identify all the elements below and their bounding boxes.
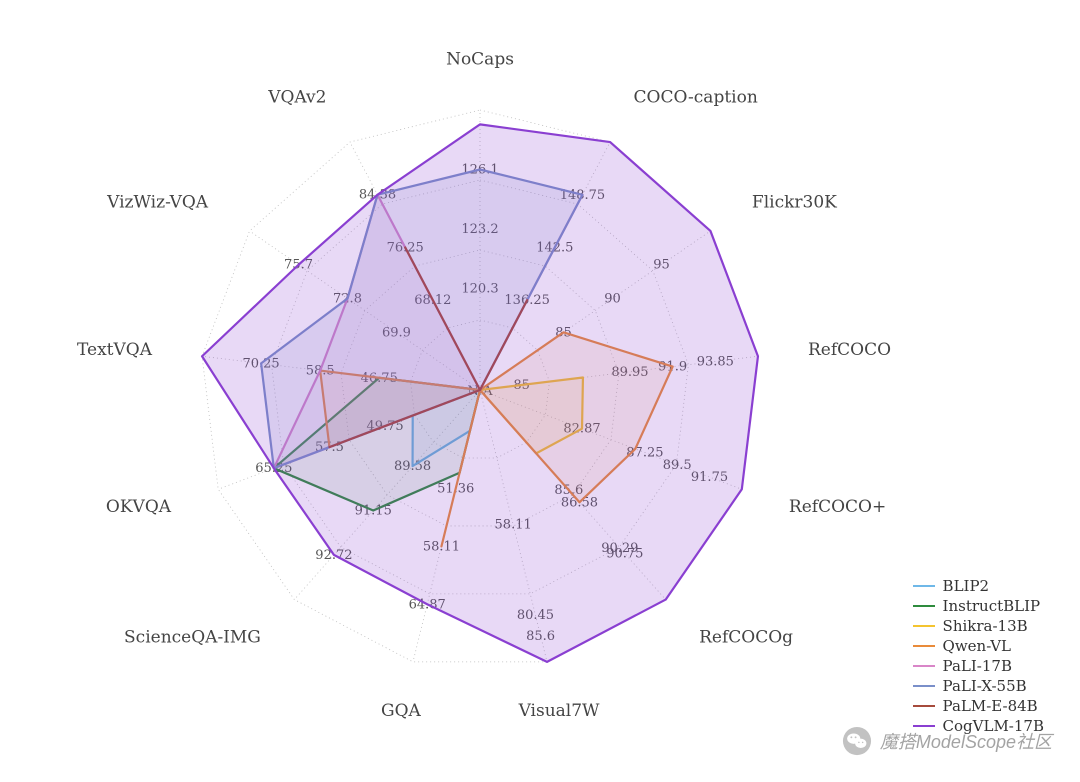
legend-label: PaLM-E-84B: [943, 697, 1038, 715]
axis-label: ScienceQA-IMG: [124, 627, 261, 647]
legend-swatch: [913, 605, 935, 607]
legend-label: Shikra-13B: [943, 617, 1028, 635]
axis-label: GQA: [381, 701, 422, 721]
legend-item: PaLM-E-84B: [913, 696, 1044, 716]
legend-item: PaLI-X-55B: [913, 676, 1044, 696]
legend-item: Shikra-13B: [913, 616, 1044, 636]
legend-item: BLIP2: [913, 576, 1044, 596]
legend-swatch: [913, 685, 935, 687]
legend-swatch: [913, 625, 935, 627]
axis-label: RefCOCO+: [789, 497, 886, 517]
axis-label: RefCOCO: [808, 340, 891, 360]
legend-label: PaLI-X-55B: [943, 677, 1027, 695]
axis-label: TextVQA: [77, 340, 153, 360]
legend-swatch: [913, 585, 935, 587]
axis-label: OKVQA: [106, 497, 172, 517]
axis-label: NoCaps: [446, 50, 514, 70]
axis-label: COCO-caption: [634, 87, 758, 107]
legend-swatch: [913, 705, 935, 707]
legend-swatch: [913, 725, 935, 727]
legend-item: Qwen-VL: [913, 636, 1044, 656]
legend-label: InstructBLIP: [943, 597, 1041, 615]
legend-swatch: [913, 665, 935, 667]
legend-item: CogVLM-17B: [913, 716, 1044, 736]
axis-label: RefCOCOg: [699, 627, 793, 647]
legend-item: InstructBLIP: [913, 596, 1044, 616]
legend: BLIP2 InstructBLIP Shikra-13B Qwen-VL PaLI-1…: [905, 572, 1052, 740]
series-CogVLM-17B: [202, 124, 758, 662]
axis-label: VizWiz-VQA: [106, 192, 209, 212]
legend-label: PaLI-17B: [943, 657, 1012, 675]
legend-label: CogVLM-17B: [943, 717, 1044, 735]
legend-swatch: [913, 645, 935, 647]
legend-label: Qwen-VL: [943, 637, 1011, 655]
legend-item: PaLI-17B: [913, 656, 1044, 676]
legend-label: BLIP2: [943, 577, 990, 595]
axis-label: Flickr30K: [752, 192, 837, 212]
axis-label: VQAv2: [267, 87, 326, 107]
axis-label: Visual7W: [518, 701, 600, 721]
